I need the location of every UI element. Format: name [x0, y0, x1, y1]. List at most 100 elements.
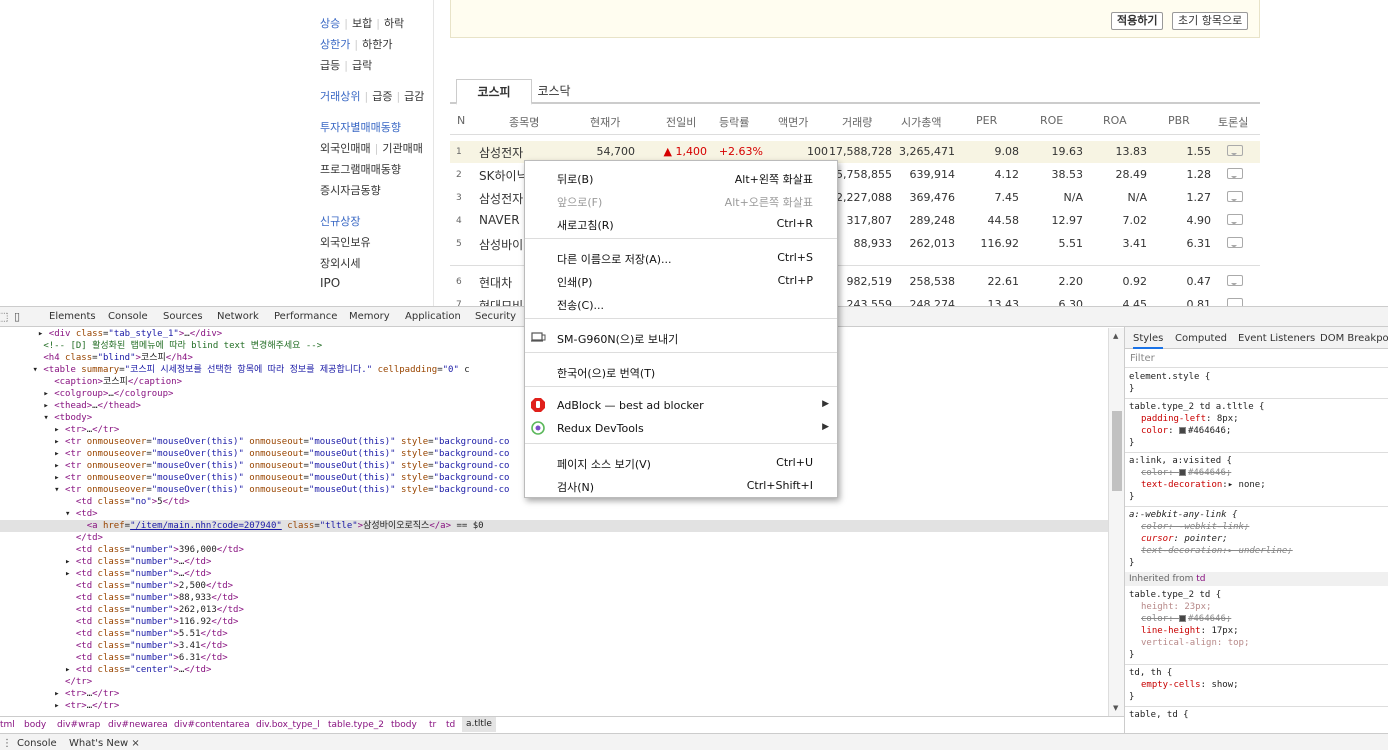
menu-item-reload[interactable]: 새로고침(R) Ctrl+R [525, 212, 837, 234]
nav-surge[interactable]: 급등 [320, 59, 340, 72]
dom-line[interactable]: <td class="number">2,500</td> [0, 580, 1108, 592]
reset-button[interactable]: 초기 항목으로 [1172, 12, 1249, 30]
dom-line[interactable]: <td class="number">396,000</td> [0, 544, 1108, 556]
tab-memory[interactable]: Memory [349, 311, 390, 322]
style-rule[interactable]: td, th { [1129, 667, 1388, 679]
discussion-icon[interactable] [1227, 237, 1243, 248]
style-prop[interactable]: color: -webkit-link; [1141, 521, 1388, 533]
style-prop[interactable]: color: #464646; [1141, 467, 1388, 479]
nav-volume-drop[interactable]: 급감 [404, 90, 424, 103]
nav-otc[interactable]: 장외시세 [320, 255, 360, 271]
tab-computed[interactable]: Computed [1175, 333, 1227, 344]
menu-item-save-as[interactable]: 다른 이름으로 저장(A)... Ctrl+S [525, 246, 837, 268]
menu-item-back[interactable]: 뒤로(B) Alt+왼쪽 화살표 [525, 166, 837, 188]
dom-line[interactable]: ▸ <td class="number">…</td> [0, 568, 1108, 580]
crumb-div-box[interactable]: div.box_type_l [256, 720, 320, 730]
style-rule[interactable]: table.type_2 td { [1129, 589, 1388, 601]
style-prop[interactable]: line-height: 17px; [1141, 625, 1388, 637]
nav-ipo[interactable]: IPO [320, 276, 340, 290]
style-prop[interactable]: text-decoration:▸ none; [1141, 479, 1388, 491]
style-prop[interactable]: vertical-align: top; [1141, 637, 1388, 649]
crumb-tr[interactable]: tr [429, 720, 436, 730]
style-prop[interactable]: color: #464646; [1141, 613, 1388, 625]
style-rule[interactable]: element.style { [1129, 371, 1388, 383]
style-prop[interactable]: empty-cells: show; [1141, 679, 1388, 691]
crumb-div-contentarea[interactable]: div#contentarea [174, 720, 250, 730]
apply-button[interactable]: 적용하기 [1111, 12, 1164, 30]
dom-line[interactable]: <td class="number">116.92</td> [0, 616, 1108, 628]
drawer-tab-whats-new[interactable]: What's New × [69, 738, 140, 749]
nav-upper-limit[interactable]: 상한가 [320, 38, 350, 51]
nav-plunge[interactable]: 급락 [352, 59, 372, 72]
inspect-element-icon[interactable]: ⬚ [0, 310, 8, 323]
stock-name-link[interactable]: SK하이닉 [479, 167, 528, 184]
style-prop[interactable]: height: 23px; [1141, 601, 1388, 613]
style-prop[interactable]: padding-left: 8px; [1141, 413, 1388, 425]
dom-line[interactable]: <td class="number">5.51</td> [0, 628, 1108, 640]
dom-line[interactable]: <td class="number">3.41</td> [0, 640, 1108, 652]
crumb-td[interactable]: td [446, 720, 455, 730]
menu-item-inspect[interactable]: 검사(N) Ctrl+Shift+I [525, 474, 837, 496]
tab-security[interactable]: Security [475, 311, 516, 322]
tab-application[interactable]: Application [405, 311, 461, 322]
nav-institution-trading[interactable]: 기관매매 [382, 142, 422, 155]
crumb-html[interactable]: tml [0, 720, 15, 730]
nav-new-listing[interactable]: 신규상장 [320, 213, 360, 229]
nav-rise[interactable]: 상승 [320, 17, 340, 30]
discussion-icon[interactable] [1227, 145, 1243, 156]
nav-market-funds[interactable]: 증시자금동향 [320, 182, 381, 198]
menu-item-translate[interactable]: 한국어(으)로 번역(T) [525, 360, 837, 382]
stock-name-link[interactable]: 현대차 [479, 274, 512, 291]
stock-name-link[interactable]: 현대모비 [479, 297, 523, 306]
dom-line-selected[interactable]: <a href="/item/main.nhn?code=207940" cla… [0, 520, 1108, 532]
menu-item-redux-devtools[interactable]: Redux DevTools ▶ [525, 417, 837, 439]
dom-line[interactable]: ▸ <tr>…</tr> [0, 700, 1108, 712]
scrollbar-thumb[interactable] [1112, 411, 1122, 491]
tab-sources[interactable]: Sources [163, 311, 203, 322]
dom-line[interactable]: ▸ <td class="center">…</td> [0, 664, 1108, 676]
device-toggle-icon[interactable]: ▯ [14, 310, 20, 323]
elements-scrollbar[interactable]: ▲ ▼ [1108, 328, 1124, 716]
scroll-up-icon[interactable]: ▲ [1113, 332, 1118, 340]
tab-network[interactable]: Network [217, 311, 259, 322]
nav-program-trading[interactable]: 프로그램매매동향 [320, 161, 401, 177]
nav-foreign-holding[interactable]: 외국인보유 [320, 234, 371, 250]
crumb-table[interactable]: table.type_2 [328, 720, 384, 730]
stock-name-link[interactable]: 삼성전자 [479, 190, 523, 207]
dom-line[interactable]: </td> [0, 532, 1108, 544]
nav-investor-trend[interactable]: 투자자별매매동향 [320, 119, 401, 135]
tab-kospi[interactable]: 코스피 [456, 79, 532, 105]
tab-dom-breakpoints[interactable]: DOM Breakpoints [1320, 333, 1388, 344]
nav-foreign-trading[interactable]: 외국인매매 [320, 142, 371, 155]
dom-line[interactable]: ▸ <td class="number">…</td> [0, 556, 1108, 568]
styles-filter-input[interactable]: Filter [1125, 350, 1388, 368]
style-rule[interactable]: a:link, a:visited { [1129, 455, 1388, 467]
style-rule[interactable]: table.type_2 td a.tltle { [1129, 401, 1388, 413]
tab-event-listeners[interactable]: Event Listeners [1238, 333, 1315, 344]
nav-flat[interactable]: 보합 [352, 17, 372, 30]
menu-item-send-to-device[interactable]: SM-G960N(으)로 보내기 [525, 326, 837, 348]
menu-item-adblock[interactable]: AdBlock — best ad blocker ▶ [525, 394, 837, 416]
nav-volume-surge[interactable]: 급증 [372, 90, 392, 103]
crumb-div-newarea[interactable]: div#newarea [108, 720, 168, 730]
dom-line[interactable]: </tr> [0, 676, 1108, 688]
tab-performance[interactable]: Performance [274, 311, 337, 322]
discussion-icon[interactable] [1227, 298, 1243, 306]
stock-name-link[interactable]: 삼성전자 [479, 144, 523, 161]
style-prop[interactable]: cursor: pointer; [1141, 533, 1388, 545]
menu-item-view-source[interactable]: 페이지 소스 보기(V) Ctrl+U [525, 451, 837, 473]
menu-item-cast[interactable]: 전송(C)... [525, 292, 837, 314]
crumb-body[interactable]: body [24, 720, 46, 730]
discussion-icon[interactable] [1227, 168, 1243, 179]
discussion-icon[interactable] [1227, 275, 1243, 286]
crumb-a-tltle[interactable]: a.tltle [462, 717, 496, 732]
stock-name-link[interactable]: 삼성바이 [479, 236, 523, 253]
dom-line[interactable]: <td class="number">88,933</td> [0, 592, 1108, 604]
tab-kosdaq[interactable]: 코스닥 [534, 79, 574, 105]
style-prop[interactable]: color: #464646; [1141, 425, 1388, 437]
discussion-icon[interactable] [1227, 191, 1243, 202]
stock-name-link[interactable]: NAVER [479, 213, 520, 227]
dom-line[interactable]: <td class="number">262,013</td> [0, 604, 1108, 616]
crumb-tbody[interactable]: tbody [391, 720, 417, 730]
drawer-tab-console[interactable]: Console [17, 738, 57, 749]
